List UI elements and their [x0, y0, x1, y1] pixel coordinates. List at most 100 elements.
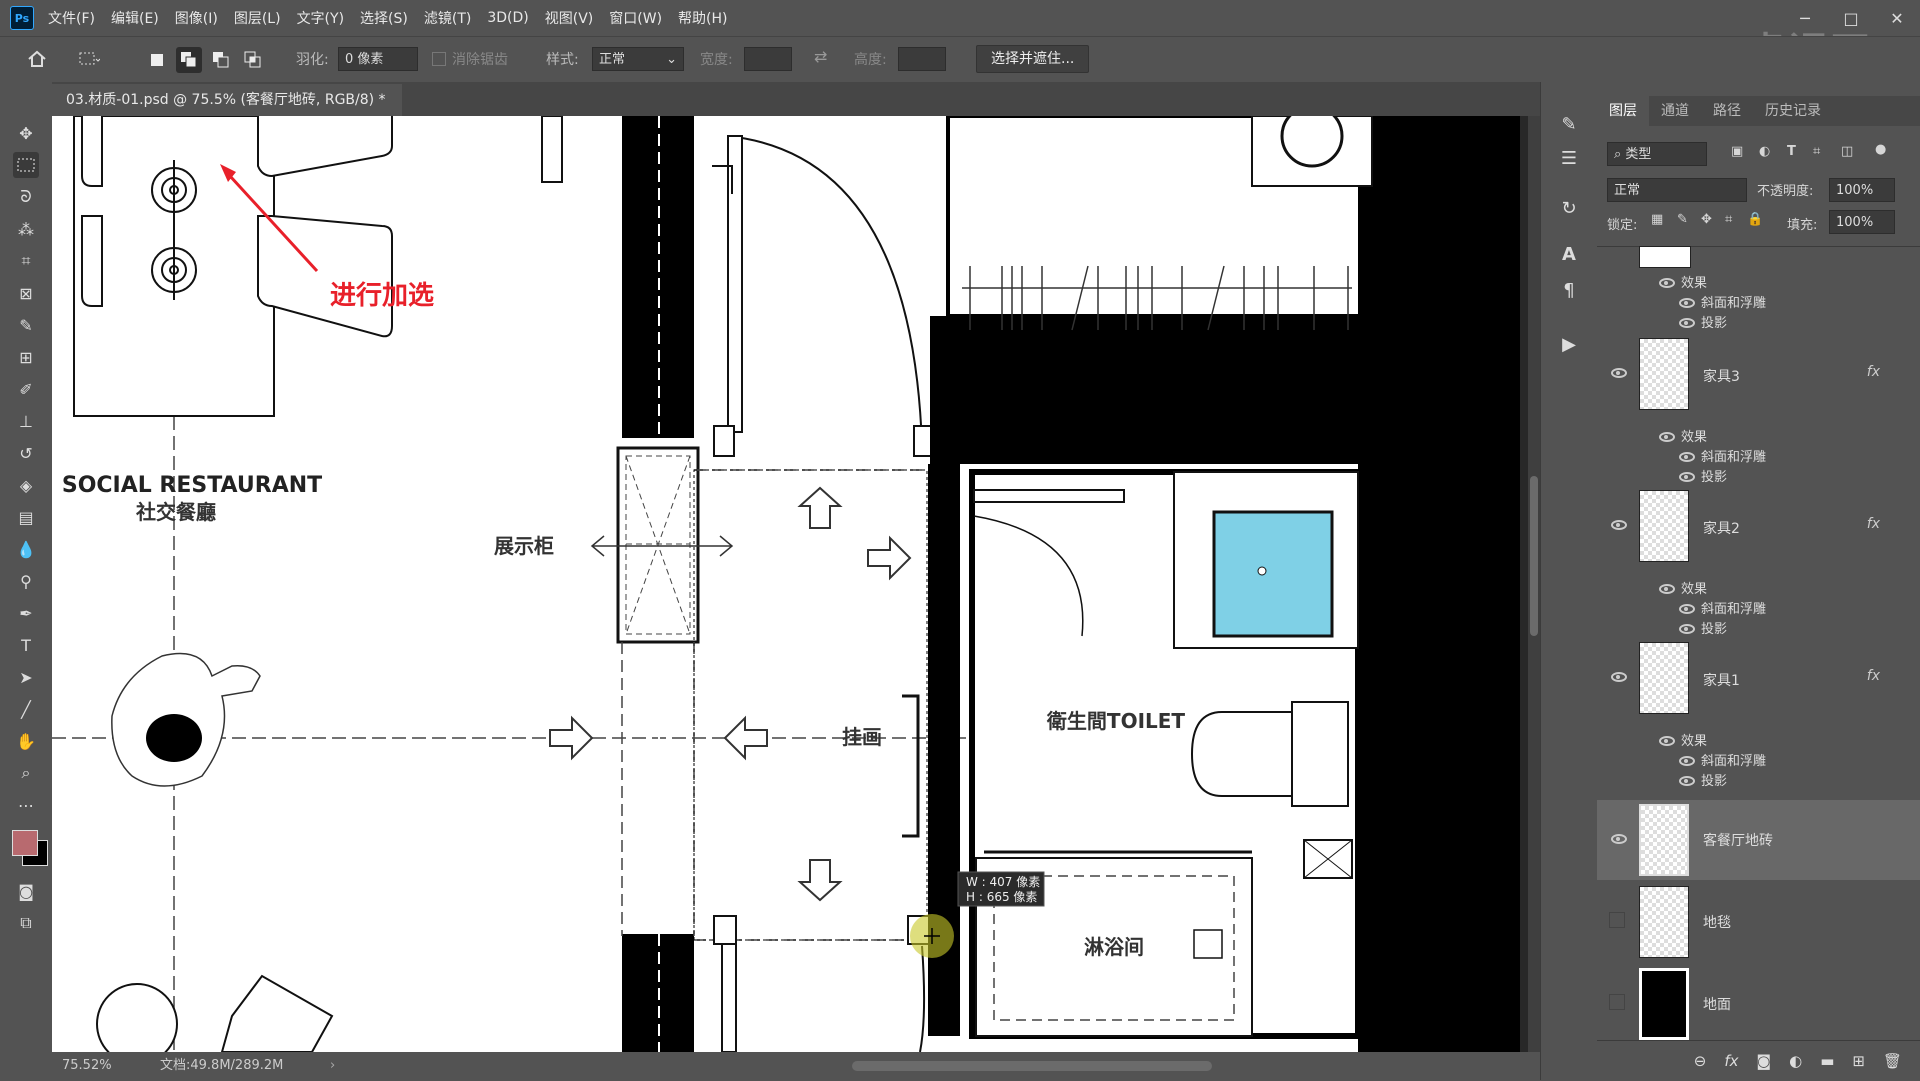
- brush-settings-icon[interactable]: ✎: [1555, 110, 1583, 138]
- fx-badge[interactable]: fx: [1867, 364, 1880, 380]
- menu-file[interactable]: 文件(F): [48, 8, 95, 28]
- filter-shape-icon[interactable]: ⌗: [1813, 144, 1820, 159]
- pen-tool-icon[interactable]: ✒: [13, 600, 39, 626]
- zoom-tool-icon[interactable]: ⌕: [13, 760, 39, 786]
- marquee-preset-icon[interactable]: [76, 46, 102, 72]
- bevel-visibility-icon[interactable]: [1679, 452, 1695, 462]
- type-tool-icon[interactable]: T: [13, 632, 39, 658]
- scroll-thumb[interactable]: [1530, 476, 1538, 636]
- path-select-icon[interactable]: ➤: [13, 664, 39, 690]
- bevel-visibility-icon[interactable]: [1679, 756, 1695, 766]
- minimize-icon[interactable]: ─: [1782, 0, 1828, 36]
- menu-window[interactable]: 窗口(W): [609, 8, 662, 28]
- layer-row-carpet[interactable]: 地毯: [1597, 882, 1920, 962]
- more-tools-icon[interactable]: ⋯: [13, 792, 39, 818]
- layer-name[interactable]: 家具2: [1703, 518, 1740, 538]
- effects-visibility-icon[interactable]: [1659, 432, 1675, 442]
- zoom-level[interactable]: 75.52%: [62, 1052, 112, 1080]
- bevel-visibility-icon[interactable]: [1679, 298, 1695, 308]
- document-tab[interactable]: 03.材质-01.psd @ 75.5% (客餐厅地砖, RGB/8) * ×: [52, 84, 402, 140]
- style-select[interactable]: 正常 ⌄: [592, 47, 684, 71]
- layer-name[interactable]: 家具3: [1703, 366, 1740, 386]
- filter-adjustment-icon[interactable]: ◐: [1759, 144, 1770, 159]
- feather-input[interactable]: 0 像素: [338, 47, 418, 71]
- eraser-tool-icon[interactable]: ◈: [13, 472, 39, 498]
- canvas-vertical-scrollbar[interactable]: [1528, 116, 1540, 1052]
- layer-row-furniture2[interactable]: 家具2 fx 效果 斜面和浮雕 投影: [1597, 486, 1920, 638]
- gradient-tool-icon[interactable]: ▤: [13, 504, 39, 530]
- blend-mode-select[interactable]: 正常: [1607, 178, 1747, 202]
- home-icon[interactable]: [24, 46, 50, 72]
- crop-tool-icon[interactable]: ⌗: [13, 248, 39, 274]
- menu-image[interactable]: 图像(I): [175, 8, 218, 28]
- actions-play-icon[interactable]: ▶: [1555, 330, 1583, 358]
- maximize-icon[interactable]: □: [1828, 0, 1874, 36]
- effects-visibility-icon[interactable]: [1659, 736, 1675, 746]
- menu-view[interactable]: 视图(V): [545, 8, 594, 28]
- floorplan-canvas[interactable]: SOCIAL RESTAURANT 社交餐廳 展示柜 挂画 衛生間TOILET …: [52, 116, 1528, 1052]
- fx-badge[interactable]: fx: [1867, 668, 1880, 684]
- tab-channels[interactable]: 通道: [1649, 96, 1701, 126]
- magic-wand-tool-icon[interactable]: ⁂: [13, 216, 39, 242]
- layer-row-ground[interactable]: 地面: [1597, 964, 1920, 1044]
- layer-name[interactable]: 地毯: [1703, 912, 1731, 932]
- delete-layer-icon[interactable]: 🗑: [1883, 1052, 1902, 1070]
- new-fill-layer-icon[interactable]: ◐: [1789, 1052, 1802, 1070]
- intersect-selection-icon[interactable]: [240, 47, 266, 73]
- rect-marquee-tool-icon[interactable]: [13, 152, 39, 178]
- new-group-icon[interactable]: ▬: [1820, 1052, 1834, 1070]
- add-mask-icon[interactable]: ◙: [1757, 1052, 1772, 1070]
- status-menu-chevron-icon[interactable]: ›: [330, 1052, 335, 1080]
- character-panel-icon[interactable]: A: [1555, 240, 1583, 268]
- blur-tool-icon[interactable]: 💧: [13, 536, 39, 562]
- fx-badge[interactable]: fx: [1867, 516, 1880, 532]
- antialias-checkbox[interactable]: [432, 52, 446, 66]
- layer-visibility-icon[interactable]: [1611, 368, 1627, 378]
- shadow-visibility-icon[interactable]: [1679, 624, 1695, 634]
- layer-visibility-icon[interactable]: [1611, 672, 1627, 682]
- layer-filter-select[interactable]: ⌕ 类型: [1607, 142, 1707, 166]
- shadow-visibility-icon[interactable]: [1679, 472, 1695, 482]
- opacity-input[interactable]: 100%: [1829, 178, 1895, 202]
- dodge-tool-icon[interactable]: ⚲: [13, 568, 39, 594]
- lock-pixels-icon[interactable]: ✎: [1677, 212, 1688, 227]
- adjustments-icon[interactable]: ☰: [1555, 144, 1583, 172]
- layer-name[interactable]: 家具1: [1703, 670, 1740, 690]
- eyedropper-tool-icon[interactable]: ✎: [13, 312, 39, 338]
- add-style-icon[interactable]: fx: [1724, 1052, 1738, 1070]
- menu-filter[interactable]: 滤镜(T): [424, 8, 471, 28]
- height-input[interactable]: [898, 47, 946, 71]
- lock-artboard-icon[interactable]: ⌗: [1725, 212, 1732, 227]
- menu-3d[interactable]: 3D(D): [487, 10, 528, 26]
- paragraph-panel-icon[interactable]: ¶: [1555, 276, 1583, 304]
- close-icon[interactable]: ✕: [1874, 0, 1920, 36]
- swap-icon[interactable]: ⇄: [814, 47, 827, 66]
- canvas-area[interactable]: SOCIAL RESTAURANT 社交餐廳 展示柜 挂画 衛生間TOILET …: [52, 116, 1528, 1052]
- effects-visibility-icon[interactable]: [1659, 278, 1675, 288]
- lock-all-icon[interactable]: 🔒: [1747, 212, 1763, 227]
- healing-brush-icon[interactable]: ⊞: [13, 344, 39, 370]
- tab-layers[interactable]: 图层: [1597, 96, 1649, 126]
- frame-tool-icon[interactable]: ⊠: [13, 280, 39, 306]
- menu-layer[interactable]: 图层(L): [234, 8, 281, 28]
- menu-select[interactable]: 选择(S): [360, 8, 408, 28]
- select-and-mask-button[interactable]: 选择并遮住...: [976, 45, 1090, 73]
- fill-input[interactable]: 100%: [1829, 210, 1895, 234]
- tab-paths[interactable]: 路径: [1701, 96, 1753, 126]
- filter-pixel-icon[interactable]: ▣: [1731, 144, 1743, 159]
- screen-mode-icon[interactable]: ⧉: [13, 910, 39, 936]
- quick-mask-icon[interactable]: ◙: [13, 878, 39, 904]
- lock-position-icon[interactable]: ✥: [1701, 212, 1712, 227]
- link-layers-icon[interactable]: ⊖: [1694, 1052, 1707, 1070]
- filter-type-icon[interactable]: T: [1787, 144, 1796, 159]
- horizontal-scroll-thumb[interactable]: [852, 1061, 1212, 1071]
- filter-smart-object-icon[interactable]: ◫: [1841, 144, 1853, 159]
- brush-tool-icon[interactable]: ✐: [13, 376, 39, 402]
- layer-visibility-icon[interactable]: [1611, 520, 1627, 530]
- effects-visibility-icon[interactable]: [1659, 584, 1675, 594]
- subtract-from-selection-icon[interactable]: [208, 47, 234, 73]
- new-layer-icon[interactable]: ⊞: [1852, 1052, 1865, 1070]
- menu-type[interactable]: 文字(Y): [297, 8, 344, 28]
- line-tool-icon[interactable]: ╱: [13, 696, 39, 722]
- lasso-tool-icon[interactable]: ᘐ: [13, 184, 39, 210]
